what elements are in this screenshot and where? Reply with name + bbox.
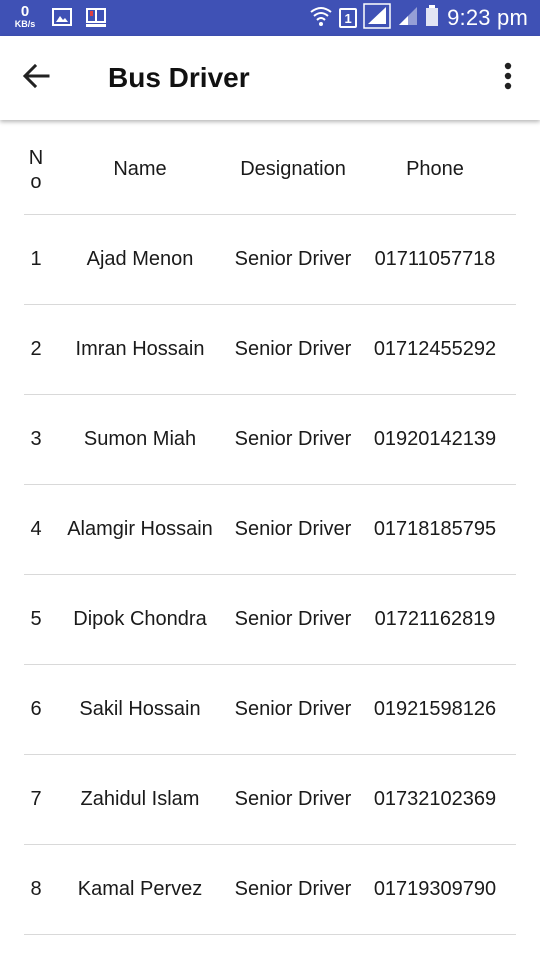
row-name: Imran Hossain — [75, 338, 205, 360]
signal-icon — [363, 2, 391, 34]
row-name: Sakil Hossain — [79, 698, 201, 720]
row-designation: Senior Driver — [234, 338, 352, 360]
row-designation: Senior Driver — [234, 518, 352, 540]
table-row[interactable]: 1 Ajad Menon Senior Driver 01711057718 — [24, 215, 516, 305]
table-row[interactable]: 3 Sumon Miah Senior Driver 01920142139 — [24, 395, 516, 485]
table-row[interactable]: 2 Imran Hossain Senior Driver 0171245529… — [24, 305, 516, 395]
row-phone[interactable]: 01711057718 — [362, 215, 508, 304]
row-phone[interactable]: 01712455292 — [362, 305, 508, 394]
book-icon — [84, 6, 108, 28]
arrow-left-icon — [22, 62, 50, 95]
net-speed-value: 0 — [20, 3, 30, 20]
back-button[interactable] — [16, 58, 56, 98]
row-designation: Senior Driver — [234, 248, 352, 270]
row-no: 4 — [30, 518, 42, 540]
header-no-line2: o — [30, 170, 42, 193]
clock: 9:23 pm — [447, 5, 528, 30]
header-no-line1: N — [28, 146, 44, 169]
wifi-icon — [309, 5, 333, 32]
row-phone[interactable]: 01721162819 — [362, 575, 508, 664]
table-row[interactable]: 7 Zahidul Islam Senior Driver 0173210236… — [24, 755, 516, 845]
row-name: Zahidul Islam — [80, 788, 200, 810]
header-designation: Designation — [240, 158, 346, 180]
row-no: 2 — [30, 338, 42, 360]
overflow-menu-button[interactable] — [496, 58, 520, 98]
driver-table: N o Name Designation Phone 1 Ajad Menon … — [24, 125, 516, 935]
row-designation: Senior Driver — [234, 788, 352, 810]
row-name: Kamal Pervez — [77, 878, 203, 900]
page-title: Bus Driver — [108, 62, 250, 93]
table-row[interactable]: 6 Sakil Hossain Senior Driver 0192159812… — [24, 665, 516, 755]
header-phone: Phone — [406, 158, 464, 180]
row-name: Dipok Chondra — [73, 608, 207, 630]
row-phone[interactable]: 01719309790 — [362, 845, 508, 934]
row-name: Sumon Miah — [83, 428, 197, 450]
table-row[interactable]: 5 Dipok Chondra Senior Driver 0172116281… — [24, 575, 516, 665]
more-vert-icon — [504, 62, 512, 95]
row-designation: Senior Driver — [234, 428, 352, 450]
row-no: 6 — [30, 698, 42, 720]
row-name: Ajad Menon — [86, 248, 194, 270]
row-designation: Senior Driver — [234, 608, 352, 630]
row-designation: Senior Driver — [234, 878, 352, 900]
table-row[interactable]: 4 Alamgir Hossain Senior Driver 01718185… — [24, 485, 516, 575]
row-no: 5 — [30, 608, 42, 630]
table-row[interactable]: 8 Kamal Pervez Senior Driver 01719309790 — [24, 845, 516, 935]
row-no: 3 — [30, 428, 42, 450]
row-phone[interactable]: 01920142139 — [362, 395, 508, 484]
table-header: N o Name Designation Phone — [24, 125, 516, 215]
row-no: 8 — [30, 878, 42, 900]
header-name: Name — [113, 158, 167, 180]
row-no: 1 — [30, 248, 42, 270]
sim-indicator: 1 — [339, 8, 358, 28]
row-no: 7 — [30, 788, 42, 810]
row-phone[interactable]: 01732102369 — [362, 755, 508, 844]
gallery-icon — [52, 7, 72, 27]
status-bar: 0 KB/s 1 9:23 pm — [0, 0, 540, 36]
header-no: N o — [24, 125, 48, 214]
net-speed-unit: KB/s — [14, 19, 36, 29]
row-phone[interactable]: 01718185795 — [362, 485, 508, 574]
signal-weak-icon — [397, 5, 419, 32]
status-bar-left: 0 KB/s — [10, 4, 108, 29]
battery-icon — [425, 4, 439, 32]
status-bar-right: 1 9:23 pm — [303, 0, 528, 36]
row-name: Alamgir Hossain — [67, 518, 213, 540]
app-bar: Bus Driver — [0, 36, 540, 120]
row-designation: Senior Driver — [234, 698, 352, 720]
row-phone[interactable]: 01921598126 — [362, 665, 508, 754]
net-speed-indicator: 0 KB/s — [10, 4, 40, 29]
